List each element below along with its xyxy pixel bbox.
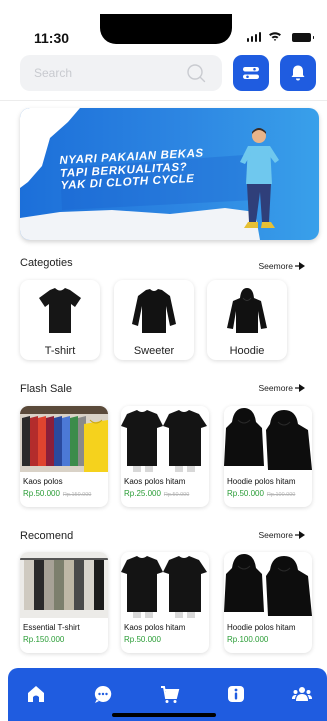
- product-price: Rp.150.000: [23, 635, 65, 644]
- product-name: Kaos polos hitam: [124, 477, 186, 486]
- search-bar[interactable]: [20, 55, 222, 91]
- wifi-icon: [269, 32, 281, 41]
- price-old: Rp.150.000: [62, 492, 92, 498]
- product-image: [224, 406, 312, 472]
- product-price: Rp.25.000 Rp.50.000: [124, 489, 189, 498]
- categories-seemore-label: Seemore: [258, 261, 294, 271]
- product-image: [224, 552, 312, 618]
- product-card[interactable]: Hoodie polos hitam Rp.50.000 Rp.100.000: [224, 406, 312, 507]
- category-label: Sweeter: [133, 345, 175, 357]
- product-card[interactable]: Kaos polos Rp.50.000 Rp.150.000: [20, 406, 108, 507]
- search-icon[interactable]: [186, 63, 206, 83]
- category-tshirt[interactable]: T-shirt: [20, 280, 100, 360]
- cart-icon[interactable]: [160, 684, 180, 704]
- price-old: Rp.50.000: [163, 492, 190, 498]
- product-price: Rp.50.000: [124, 635, 161, 644]
- recommend-seemore-label: Seemore: [258, 530, 294, 540]
- device-notch: [100, 14, 232, 44]
- community-icon[interactable]: [292, 684, 312, 704]
- category-label: Hoodie: [229, 345, 265, 357]
- arrow-right-icon: [295, 384, 305, 392]
- product-name: Kaos polos: [23, 477, 63, 486]
- product-price: Rp.100.000: [227, 635, 269, 644]
- home-indicator: [112, 713, 216, 717]
- filter-button[interactable]: [233, 55, 269, 91]
- signal-icon: [246, 32, 261, 42]
- arrow-right-icon: [295, 262, 305, 270]
- product-name: Hoodie polos hitam: [227, 623, 296, 632]
- recommend-title: Recomend: [20, 530, 74, 542]
- status-bar: 11:30: [0, 0, 327, 48]
- banner-person-illustration: [240, 128, 279, 228]
- filter-icon: [243, 67, 259, 79]
- product-image: [121, 406, 209, 472]
- home-icon[interactable]: [26, 684, 46, 704]
- promo-banner[interactable]: NYARI PAKAIAN BEKAS TAPI BERKUALITAS? YA…: [20, 108, 319, 240]
- product-image: [20, 552, 108, 618]
- flash-sale-title: Flash Sale: [20, 383, 72, 395]
- categories-seemore-link[interactable]: Seemore: [258, 261, 305, 271]
- price-current: Rp.25.000: [124, 489, 161, 498]
- battery-icon: [292, 33, 314, 42]
- price-old: Rp.100.000: [266, 492, 296, 498]
- flash-sale-seemore-link[interactable]: Seemore: [258, 383, 305, 393]
- sweater-icon: [132, 289, 176, 333]
- product-card[interactable]: Kaos polos hitam Rp.50.000: [121, 552, 209, 653]
- categories-title: Categoties: [20, 257, 73, 269]
- product-price: Rp.50.000 Rp.150.000: [23, 489, 91, 498]
- category-sweater[interactable]: Sweeter: [114, 280, 194, 360]
- bell-icon: [291, 65, 305, 81]
- product-name: Hoodie polos hitam: [227, 477, 296, 486]
- hoodie-icon: [227, 288, 267, 333]
- product-name: Kaos polos hitam: [124, 623, 186, 632]
- category-hoodie[interactable]: Hoodie: [207, 280, 287, 360]
- product-card[interactable]: Essential T-shirt Rp.150.000: [20, 552, 108, 653]
- product-price: Rp.50.000 Rp.100.000: [227, 489, 295, 498]
- arrow-right-icon: [295, 531, 305, 539]
- info-icon[interactable]: [226, 684, 246, 704]
- product-card[interactable]: Kaos polos hitam Rp.25.000 Rp.50.000: [121, 406, 209, 507]
- product-image: [20, 406, 108, 472]
- product-name: Essential T-shirt: [23, 623, 80, 632]
- product-card[interactable]: Hoodie polos hitam Rp.100.000: [224, 552, 312, 653]
- search-input[interactable]: [20, 55, 180, 91]
- chat-icon[interactable]: [93, 684, 113, 704]
- recommend-seemore-link[interactable]: Seemore: [258, 530, 305, 540]
- tshirt-icon: [39, 288, 81, 333]
- notification-button[interactable]: [280, 55, 316, 91]
- product-image: [121, 552, 209, 618]
- price-current: Rp.50.000: [23, 489, 60, 498]
- status-time: 11:30: [34, 30, 70, 46]
- header-divider: [0, 100, 327, 101]
- category-label: T-shirt: [44, 345, 76, 357]
- price-current: Rp.50.000: [227, 489, 264, 498]
- flash-sale-seemore-label: Seemore: [258, 383, 294, 393]
